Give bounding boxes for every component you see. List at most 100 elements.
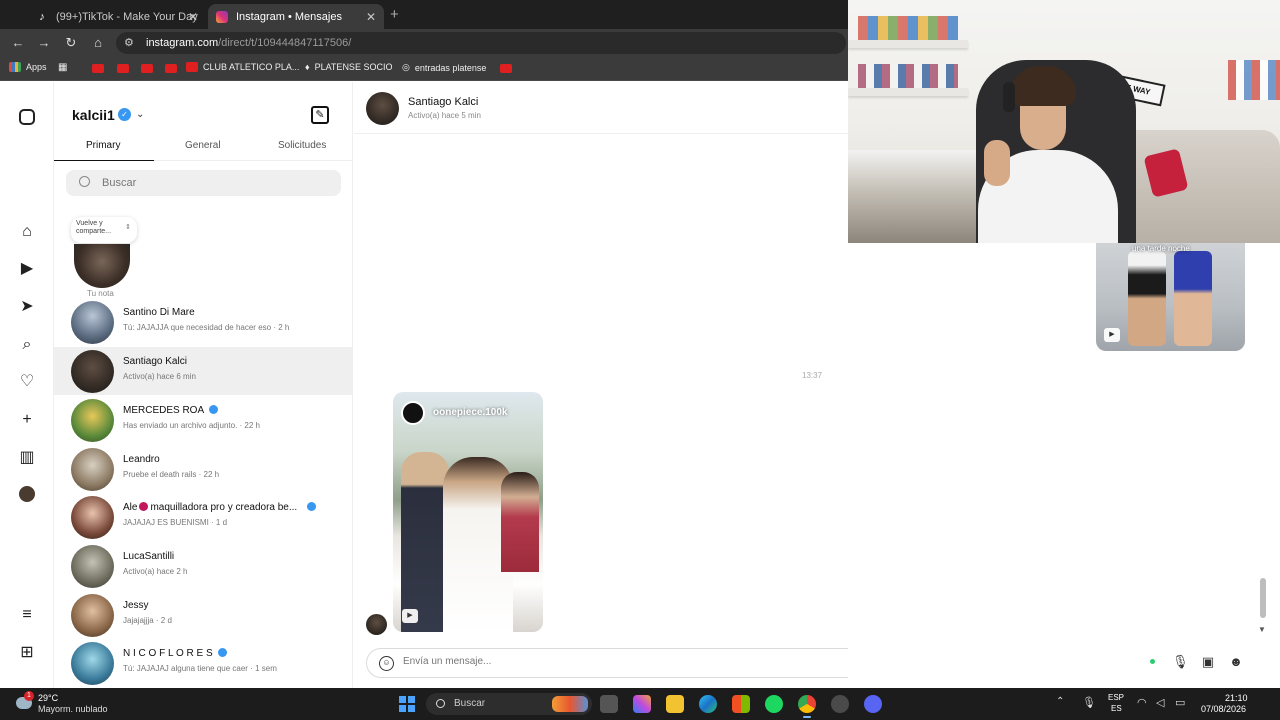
messages-icon[interactable]: ➤ xyxy=(17,297,37,317)
bookmark-apps[interactable]: Apps xyxy=(9,62,47,72)
bookmark-socio[interactable]: ♦ PLATENSE SOCIO xyxy=(305,62,392,72)
create-plus-icon[interactable]: + xyxy=(17,410,37,430)
sent-reel-message[interactable]: una tarde noche ▶ xyxy=(1096,243,1245,351)
battery-icon[interactable]: ▭ xyxy=(1175,696,1185,709)
account-username[interactable]: kalcii1 xyxy=(72,107,115,123)
volume-icon[interactable]: ◁ xyxy=(1156,696,1164,709)
conversation-item[interactable]: LucaSantilli Activo(a) hace 2 h xyxy=(54,542,352,590)
note-label: Tu nota xyxy=(87,289,114,298)
profile-avatar[interactable] xyxy=(17,486,37,506)
site-info-icon[interactable]: ⚙ xyxy=(124,36,134,49)
threads-icon[interactable]: ⊞ xyxy=(17,643,37,663)
avatar xyxy=(71,301,114,344)
microphone-icon[interactable]: 🎙 xyxy=(1082,696,1096,709)
reels-icon[interactable]: ▶ xyxy=(17,259,37,279)
tab-general[interactable]: General xyxy=(185,140,221,151)
steelseries-icon[interactable] xyxy=(831,695,849,713)
reload-icon[interactable]: ↻ xyxy=(63,35,79,51)
tab-tiktok[interactable]: ♪ (99+)TikTok - Make Your Day ✕ xyxy=(28,4,206,29)
image-icon[interactable]: ▣ xyxy=(1200,654,1216,670)
note-avatar[interactable] xyxy=(74,244,130,288)
grid-icon: ▦ xyxy=(58,62,68,73)
language-indicator[interactable]: ESP xyxy=(1108,693,1124,702)
edge-icon[interactable] xyxy=(699,695,717,713)
chat-avatar[interactable] xyxy=(366,92,399,125)
address-bar[interactable]: ⚙ instagram.com/direct/t/109444847117506… xyxy=(116,32,846,54)
youtube-bookmark-icon[interactable] xyxy=(500,64,512,73)
scroll-down-icon[interactable]: ▼ xyxy=(1258,625,1266,634)
notifications-heart-icon[interactable]: ♡ xyxy=(17,372,37,392)
clock-time[interactable]: 21:10 xyxy=(1225,693,1248,703)
conversation-item[interactable]: Ale maquilladora pro y creadora be... JAJ… xyxy=(54,493,352,541)
sort-icon: ⇕ xyxy=(125,224,131,231)
message-sender-avatar xyxy=(366,614,387,635)
back-icon[interactable]: ← xyxy=(10,35,26,51)
discord-icon[interactable] xyxy=(864,695,882,713)
message-timestamp: 13:37 xyxy=(802,371,823,380)
avatar xyxy=(71,642,114,685)
spotify-icon[interactable] xyxy=(765,695,783,713)
youtube-bookmark-icon[interactable] xyxy=(141,64,153,73)
weather-description[interactable]: Mayorm. nublado xyxy=(38,704,108,714)
search-input[interactable]: Buscar xyxy=(66,170,341,196)
conversation-item[interactable]: MERCEDES ROA Has enviado un archivo adju… xyxy=(54,396,352,444)
clock-date[interactable]: 07/08/2026 xyxy=(1201,704,1246,714)
compose-icon[interactable]: ✎ xyxy=(311,106,329,124)
conversation-item[interactable]: Jessy Jajajajjja · 2 d xyxy=(54,591,352,639)
keyboard-layout[interactable]: ES xyxy=(1111,704,1122,713)
tab-primary[interactable]: Primary xyxy=(86,140,120,151)
conversation-item-active[interactable]: Santiago Kalci Activo(a) hace 6 min xyxy=(54,347,352,395)
conversation-item[interactable]: N I C O F L O R E S Tú: JAJAJAJ alguna t… xyxy=(54,639,352,687)
url-text: instagram.com/direct/t/109444847117506/ xyxy=(146,37,352,49)
dashboard-icon[interactable]: ▥ xyxy=(17,448,37,468)
home-icon[interactable]: ⌂ xyxy=(17,222,37,242)
inbox-panel: kalcii1 ✓ ⌄ ✎ Primary General Solicitude… xyxy=(54,82,353,688)
webcam-overlay: ONE WAY xyxy=(848,0,1280,243)
sticker-icon[interactable]: ☻ xyxy=(1228,654,1244,670)
forward-icon[interactable]: → xyxy=(36,35,52,51)
weather-temperature[interactable]: 29°C xyxy=(38,693,58,703)
avatar xyxy=(71,594,114,637)
tab-requests[interactable]: Solicitudes xyxy=(278,140,326,151)
reel-play-icon: ▶ xyxy=(1104,328,1120,342)
home-icon[interactable]: ⌂ xyxy=(90,35,106,51)
store-icon[interactable] xyxy=(732,695,750,713)
chat-scrollbar[interactable] xyxy=(1260,578,1266,618)
avatar xyxy=(71,496,114,539)
new-tab-icon[interactable]: + xyxy=(390,6,399,23)
bookmark-grid[interactable]: ▦ xyxy=(58,62,67,73)
chat-contact-name[interactable]: Santiago Kalci xyxy=(408,96,478,108)
youtube-bookmark-icon[interactable] xyxy=(165,64,177,73)
chevron-down-icon[interactable]: ⌄ xyxy=(136,109,144,120)
shared-reel-message[interactable]: oonepiece.100k ▶ xyxy=(393,392,543,632)
message-input[interactable] xyxy=(403,656,803,667)
close-tab-icon[interactable]: ✕ xyxy=(366,10,376,24)
instagram-logo-icon[interactable] xyxy=(17,107,37,127)
youtube-bookmark-icon[interactable] xyxy=(117,64,129,73)
chrome-icon[interactable] xyxy=(798,695,816,718)
menu-icon[interactable]: ≡ xyxy=(17,605,37,625)
conversation-item[interactable]: Leandro Pruebe el death rails · 22 h xyxy=(54,445,352,493)
tab-instagram[interactable]: Instagram • Mensajes ✕ xyxy=(208,4,384,29)
task-view-icon[interactable] xyxy=(600,695,618,713)
tray-overflow-icon[interactable]: ⌃ xyxy=(1056,696,1064,707)
streamer-hand xyxy=(984,140,1010,186)
file-explorer-icon[interactable] xyxy=(666,695,684,713)
windows-start-icon[interactable] xyxy=(399,696,415,712)
youtube-bookmark-icon[interactable] xyxy=(92,64,104,73)
conversation-item[interactable]: Santino Di Mare Tú: JAJAJJA que necesida… xyxy=(54,298,352,346)
emoji-icon[interactable]: ☺ xyxy=(379,656,394,671)
bookmark-entradas[interactable]: ◎ entradas platense xyxy=(402,62,486,73)
wifi-icon[interactable]: ◠ xyxy=(1137,696,1147,709)
close-tab-icon[interactable]: ✕ xyxy=(188,10,198,24)
search-icon[interactable]: ⌕ xyxy=(17,335,37,355)
taskbar-search[interactable]: Buscar xyxy=(426,693,592,715)
verified-badge-icon xyxy=(307,502,317,511)
shelf-collectibles xyxy=(1228,60,1280,100)
copilot-icon[interactable] xyxy=(633,695,651,713)
note-bubble[interactable]: Vuelve y comparte... ⇕ xyxy=(71,217,137,243)
avatar xyxy=(71,399,114,442)
microphone-icon[interactable]: 🎙 xyxy=(1172,654,1189,670)
taskbar-search-label: Buscar xyxy=(454,698,486,709)
bookmark-club[interactable]: CLUB ATLETICO PLA... xyxy=(186,62,299,72)
